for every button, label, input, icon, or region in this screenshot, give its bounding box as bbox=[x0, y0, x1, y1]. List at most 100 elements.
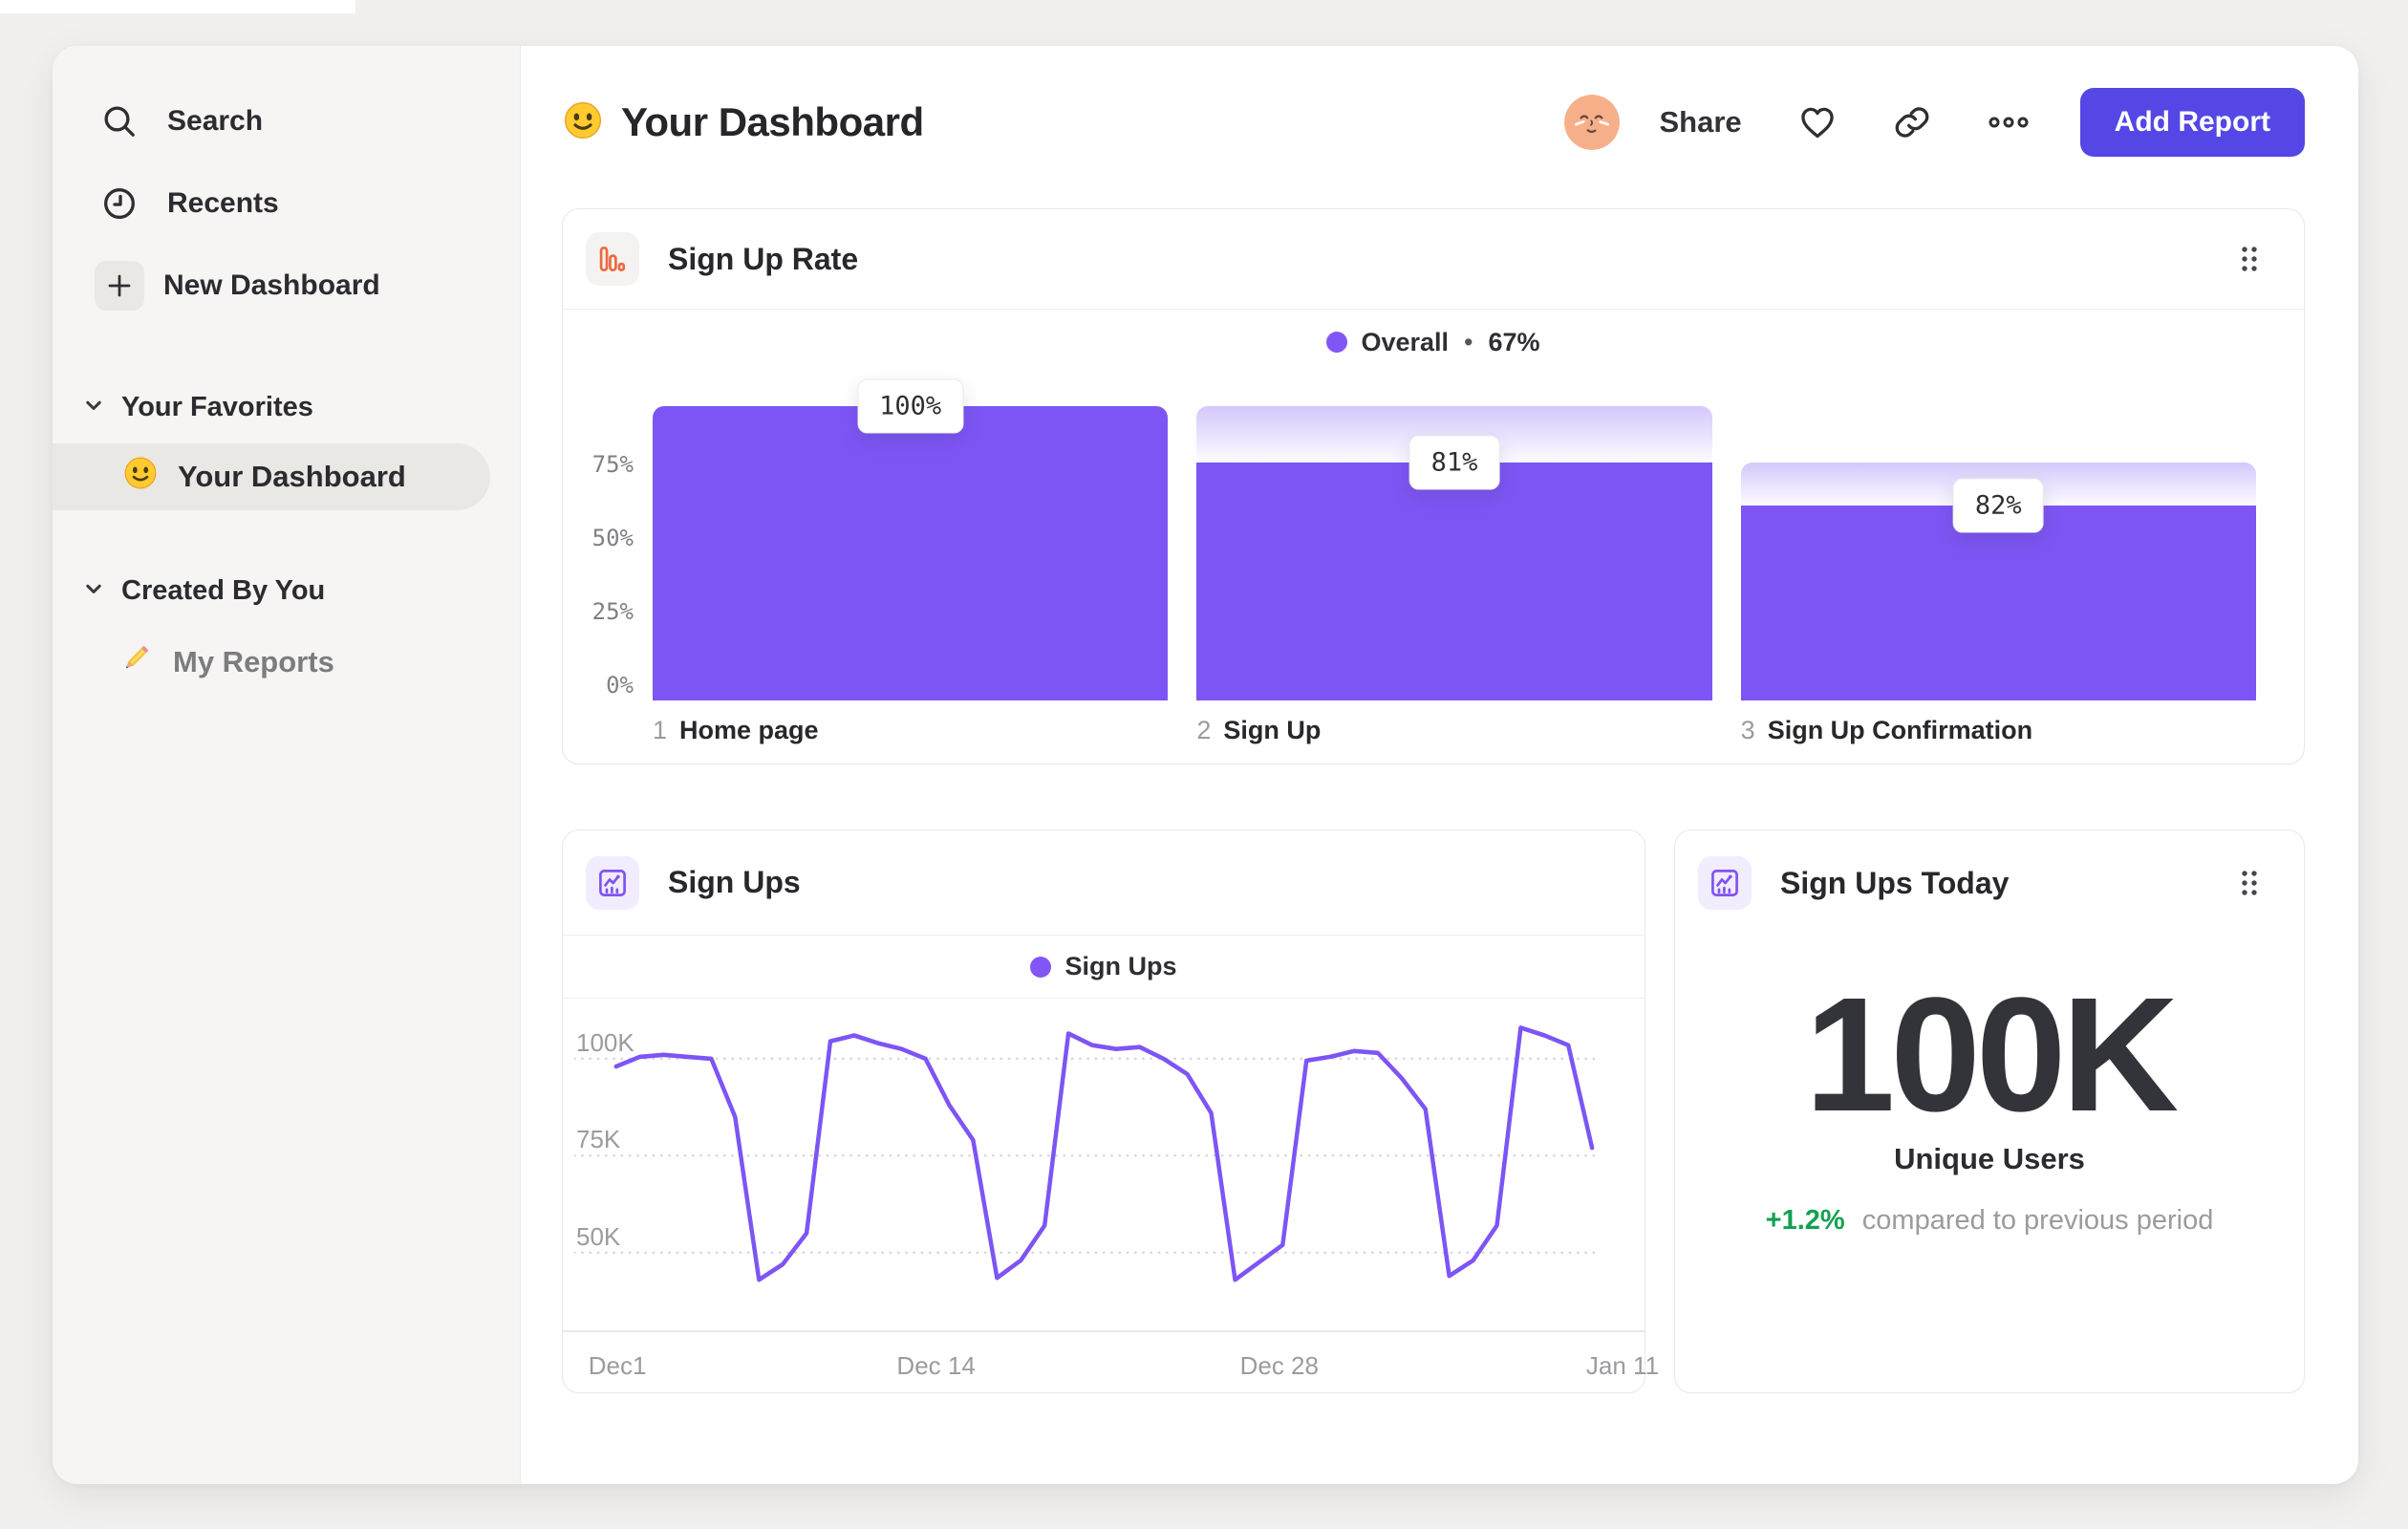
line-x-tick: Dec 28 bbox=[1239, 1351, 1319, 1380]
sidebar-item-label: Search bbox=[167, 105, 264, 137]
delta-percent: +1.2% bbox=[1765, 1205, 1845, 1236]
smiley-icon bbox=[562, 99, 604, 146]
sidebar: Search Recents New Dashboard Your Favori… bbox=[53, 46, 521, 1484]
legend-label: Sign Ups bbox=[1064, 952, 1177, 980]
step-number: 1 bbox=[653, 716, 668, 744]
sidebar-item-label: Recents bbox=[167, 187, 279, 219]
funnel-step-label: 2 Sign Up bbox=[1196, 716, 1711, 745]
smiley-icon bbox=[122, 455, 159, 499]
add-report-button[interactable]: Add Report bbox=[2079, 88, 2305, 157]
sidebar-item-label: Your Dashboard bbox=[178, 460, 406, 493]
line-legend: Sign Ups bbox=[563, 936, 1645, 999]
sign-up-rate-card: Sign Up Rate Overall • 67% 75% 50% 25% 0% 1… bbox=[562, 208, 2305, 764]
app-window: Search Recents New Dashboard Your Favori… bbox=[53, 46, 2358, 1484]
funnel-y-tick: 50% bbox=[591, 525, 634, 551]
step-name: Home page bbox=[679, 716, 819, 744]
link-icon[interactable] bbox=[1893, 103, 1931, 141]
card-title: Sign Ups bbox=[668, 865, 801, 899]
search-icon bbox=[98, 100, 140, 142]
line-x-axis: Dec1 Dec 14 Dec 28 Jan 11 bbox=[574, 1332, 1659, 1391]
funnel-step-label: 3 Sign Up Confirmation bbox=[1741, 716, 2256, 745]
chevron-down-icon bbox=[83, 392, 104, 423]
bar-value-tooltip: 100% bbox=[857, 378, 964, 434]
line-chart-icon bbox=[586, 855, 639, 910]
step-number: 2 bbox=[1196, 716, 1212, 744]
sidebar-section-created-by-you: Created By You My Reports bbox=[53, 566, 520, 696]
pencil-icon bbox=[118, 640, 154, 684]
sidebar-item-new-dashboard[interactable]: New Dashboard bbox=[53, 245, 520, 327]
sidebar-item-label: My Reports bbox=[173, 645, 334, 678]
step-name: Sign Up bbox=[1223, 716, 1322, 744]
favorites-section-header[interactable]: Your Favorites bbox=[53, 382, 520, 432]
sidebar-item-search[interactable]: Search bbox=[53, 80, 520, 162]
card-title: Sign Ups Today bbox=[1780, 865, 2010, 900]
funnel-step-bar[interactable]: 100% bbox=[653, 375, 1169, 700]
drag-handle-icon[interactable] bbox=[2239, 868, 2260, 898]
section-label: Your Favorites bbox=[121, 391, 313, 422]
legend-separator: • bbox=[1464, 327, 1473, 356]
page-title: Your Dashboard bbox=[621, 99, 924, 144]
funnel-step-bar[interactable]: 81% bbox=[1196, 375, 1712, 700]
main-content: Your Dashboard Share Add Report Sign Up … bbox=[521, 46, 2358, 1484]
section-label: Created By You bbox=[121, 574, 326, 606]
sign-ups-today-card: Sign Ups Today 100K Unique Users +1.2% c… bbox=[1674, 829, 2305, 1393]
funnel-step-bar[interactable]: 82% bbox=[1740, 375, 2256, 700]
share-button[interactable]: Share bbox=[1660, 105, 1742, 140]
step-name: Sign Up Confirmation bbox=[1767, 716, 2033, 744]
heart-icon[interactable] bbox=[1797, 102, 1838, 142]
card-header: Sign Up Rate bbox=[563, 209, 2304, 310]
bar-converted bbox=[653, 406, 1169, 700]
funnel-bars: 100% 81% 82% bbox=[653, 375, 2256, 700]
card-header: Sign Ups bbox=[563, 830, 1645, 936]
funnel-chart-icon bbox=[586, 232, 639, 286]
card-title: Sign Up Rate bbox=[668, 241, 859, 276]
created-by-you-section-header[interactable]: Created By You bbox=[53, 566, 520, 615]
funnel-y-tick: 75% bbox=[591, 451, 634, 478]
legend-value: 67% bbox=[1488, 327, 1540, 356]
drag-handle-icon[interactable] bbox=[2239, 244, 2260, 274]
sidebar-item-recents[interactable]: Recents bbox=[53, 162, 520, 245]
sign-ups-series-line bbox=[613, 1025, 1595, 1282]
legend-label: Overall bbox=[1361, 327, 1450, 356]
funnel-y-tick: 25% bbox=[591, 598, 634, 625]
line-x-tick: Dec 14 bbox=[896, 1351, 976, 1380]
funnel-chart: 75% 50% 25% 0% 100% 81% 82% bbox=[563, 375, 2304, 700]
title-group: Your Dashboard bbox=[562, 99, 924, 146]
funnel-step-label: 1 Home page bbox=[653, 716, 1168, 745]
stat-label: Unique Users bbox=[1894, 1142, 2085, 1175]
plus-icon bbox=[95, 261, 144, 311]
clock-icon bbox=[98, 183, 140, 225]
funnel-legend: Overall • 67% bbox=[563, 310, 2304, 375]
legend-dot-icon bbox=[1326, 332, 1348, 353]
line-chart[interactable]: 100K 75K 50K bbox=[563, 999, 1645, 1332]
sign-ups-card: Sign Ups Sign Ups 100K 75K 50K Dec1 Dec 14 D… bbox=[562, 829, 1659, 1393]
sidebar-item-my-reports[interactable]: My Reports bbox=[53, 629, 490, 696]
bar-value-tooltip: 82% bbox=[1952, 478, 2044, 532]
dashboard-header: Your Dashboard Share Add Report bbox=[562, 88, 2305, 157]
line-chart-icon bbox=[1698, 856, 1752, 910]
chevron-down-icon bbox=[83, 575, 104, 607]
line-y-tick: 50K bbox=[576, 1221, 621, 1251]
stat-value: 100K bbox=[1804, 964, 2179, 1146]
stat-delta: +1.2% compared to previous period bbox=[1675, 1205, 2304, 1237]
legend-dot-icon bbox=[1030, 956, 1052, 978]
card-header: Sign Ups Today bbox=[1675, 830, 2304, 936]
bar-value-tooltip: 81% bbox=[1408, 435, 1500, 490]
avatar[interactable] bbox=[1563, 95, 1620, 150]
funnel-y-axis: 75% 50% 25% 0% bbox=[584, 375, 634, 700]
step-number: 3 bbox=[1740, 716, 1755, 744]
delta-note: compared to previous period bbox=[1861, 1205, 2214, 1236]
line-x-tick: Dec1 bbox=[588, 1351, 647, 1380]
sidebar-item-label: New Dashboard bbox=[163, 269, 380, 301]
cards-row: Sign Ups Sign Ups 100K 75K 50K Dec1 Dec 14 D… bbox=[562, 829, 2305, 1393]
bar-converted bbox=[1740, 505, 2256, 700]
sidebar-section-favorites: Your Favorites Your Dashboard bbox=[53, 382, 520, 510]
line-x-tick: Jan 11 bbox=[1585, 1351, 1660, 1380]
bar-converted bbox=[1196, 462, 1712, 700]
funnel-y-tick: 0% bbox=[606, 672, 634, 699]
sidebar-item-your-dashboard[interactable]: Your Dashboard bbox=[53, 443, 490, 510]
more-ellipsis-icon[interactable] bbox=[1987, 113, 2031, 132]
top-edge-strip bbox=[0, 0, 355, 13]
line-y-tick: 100K bbox=[576, 1027, 634, 1057]
header-actions: Share Add Report bbox=[1563, 88, 2305, 157]
